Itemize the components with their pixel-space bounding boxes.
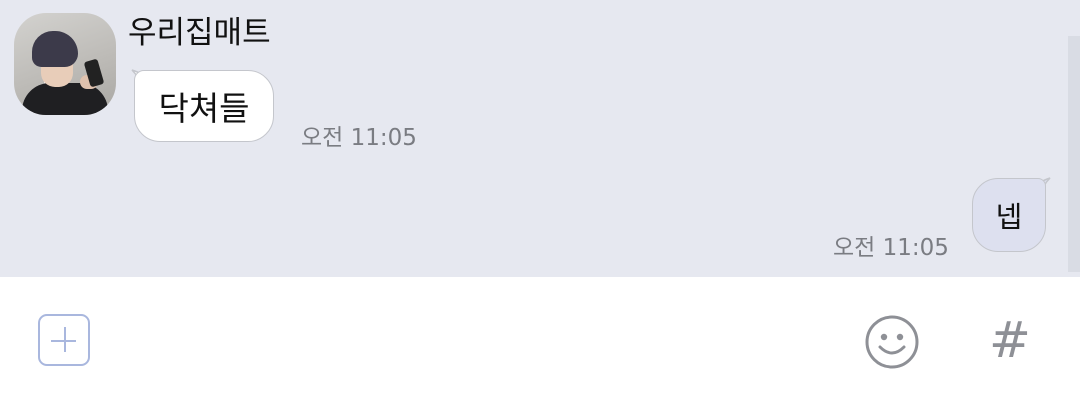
incoming-message-text: 닥쳐들 bbox=[158, 89, 250, 128]
incoming-message-time: 오전 11:05 bbox=[301, 125, 417, 151]
outgoing-message-bubble[interactable]: 넵 bbox=[972, 178, 1046, 252]
scrollbar[interactable] bbox=[1068, 36, 1080, 272]
chat-area[interactable]: 우리집매트 닥쳐들 오전 11:05 넵 오전 11:05 bbox=[0, 0, 1080, 277]
plus-icon[interactable] bbox=[38, 314, 90, 366]
sender-name[interactable]: 우리집매트 bbox=[128, 13, 271, 53]
outgoing-message-time: 오전 11:05 bbox=[833, 235, 949, 261]
sender-avatar[interactable] bbox=[14, 13, 116, 115]
incoming-message-bubble[interactable]: 닥쳐들 bbox=[134, 70, 274, 142]
plus-icon-vertical bbox=[63, 327, 66, 352]
hashtag-icon[interactable]: # bbox=[985, 312, 1035, 368]
emoji-icon[interactable] bbox=[864, 314, 920, 370]
avatar-body bbox=[22, 83, 108, 115]
outgoing-message-text: 넵 bbox=[995, 200, 1023, 234]
avatar-hair bbox=[32, 31, 78, 67]
